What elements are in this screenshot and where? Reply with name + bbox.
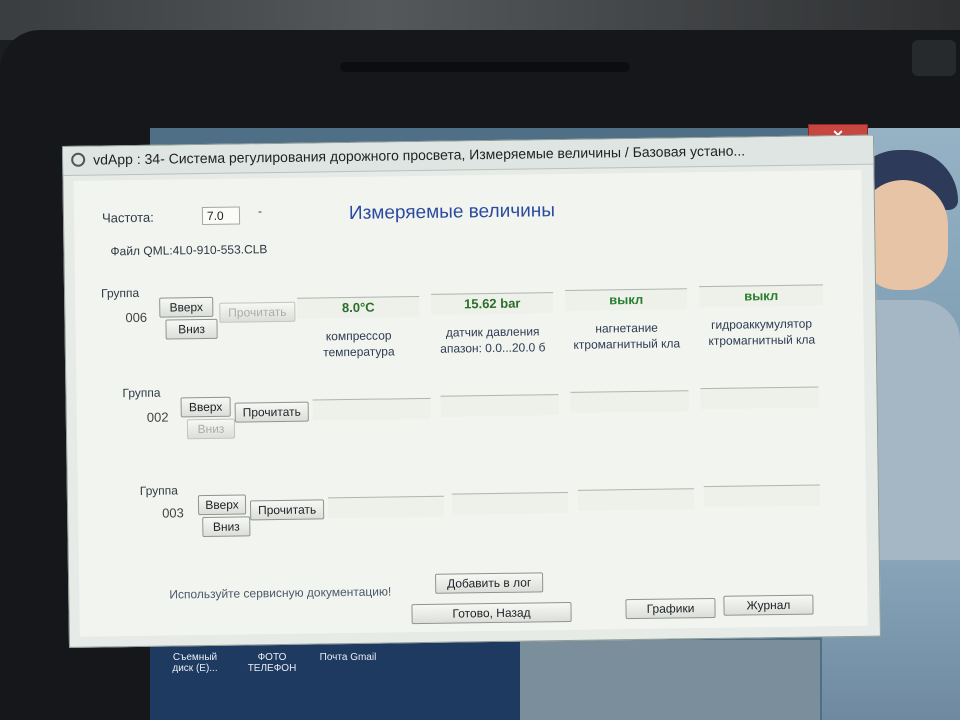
group-down-button[interactable]: Вниз (202, 516, 251, 538)
value-field-empty (570, 390, 689, 413)
frequency-value: 7.0 (201, 206, 241, 226)
field-label: температура (323, 344, 395, 360)
desktop-icon-gmail[interactable]: Почта Gmail (308, 652, 388, 663)
service-doc-hint: Используйте сервисную документацию! (169, 584, 392, 602)
group-down-button[interactable]: Вниз (186, 418, 236, 440)
graphs-button[interactable]: Графики (625, 597, 716, 620)
group-down-button[interactable]: Вниз (165, 318, 218, 340)
desktop-area-right (520, 640, 820, 720)
group-number: 006 (125, 309, 148, 326)
group-label: Группа (100, 285, 140, 301)
field-label: компрессор (325, 328, 392, 344)
desktop-icon-label: Съемный (172, 652, 218, 663)
value-field-empty (312, 397, 431, 421)
value-field-pressure-sensor: 15.62 bar (431, 292, 554, 315)
value-field-accumulator-valve: выкл (699, 284, 824, 308)
value-field-compressor-temp: 8.0°C (297, 296, 420, 319)
field-label: апазон: 0.0...20.0 б (440, 340, 546, 356)
desktop-icon-label: диск (E)... (172, 663, 218, 674)
app-icon (71, 152, 86, 167)
desktop-icon-label: ФОТО (257, 652, 287, 663)
frequency-suffix: - (257, 204, 263, 219)
field-label: ктромагнитный кла (573, 336, 681, 352)
value-field-empty (451, 491, 569, 515)
group-label: Группа (122, 385, 161, 401)
value-field-empty (440, 394, 559, 417)
desktop-icon-label: ТЕЛЕФОН (247, 663, 297, 674)
field-label: датчик давления (445, 324, 540, 340)
value-field-empty (700, 386, 819, 410)
group-number: 002 (146, 409, 169, 425)
window-title: vdApp : 34- Система регулирования дорожн… (93, 142, 746, 168)
vdapp-window: vdApp : 34- Система регулирования дорожн… (62, 134, 881, 648)
done-back-button[interactable]: Готово, Назад (411, 601, 572, 625)
group-read-button[interactable]: Прочитать (249, 499, 325, 521)
field-label: гидроаккумулятор (710, 316, 813, 332)
group-read-button[interactable]: Прочитать (234, 401, 309, 423)
field-label: нагнетание (595, 320, 659, 336)
field-label: ктромагнитный кла (708, 332, 816, 348)
measured-values-panel: Частота: 7.0 - Измеряемые величины Файл … (73, 169, 868, 637)
frequency-label: Частота: (101, 209, 154, 226)
value-field-pump-valve: выкл (565, 288, 688, 311)
value-field-empty (577, 488, 695, 511)
bezel-notch (340, 62, 630, 72)
desktop-icon-phone-photos[interactable]: ФОТО ТЕЛЕФОН (232, 652, 312, 674)
value-field-empty (703, 484, 821, 508)
value-field-empty (327, 495, 445, 519)
group-number: 003 (162, 505, 184, 521)
webcam (912, 40, 956, 76)
group-read-button[interactable]: Прочитать (219, 301, 296, 323)
file-label: Файл QML:4L0-910-553.CLB (110, 242, 268, 259)
group-up-button[interactable]: Вверх (197, 494, 247, 516)
page-title: Измеряемые величины (348, 200, 556, 224)
desktop-icon-removable-disk[interactable]: Съемный диск (E)... (155, 652, 235, 674)
add-to-log-button[interactable]: Добавить в лог (435, 572, 544, 594)
group-label: Группа (139, 483, 178, 498)
group-up-button[interactable]: Вверх (159, 296, 214, 318)
group-up-button[interactable]: Вверх (180, 396, 231, 418)
desktop-icon-label: Почта Gmail (319, 652, 377, 663)
journal-button[interactable]: Журнал (723, 594, 814, 616)
